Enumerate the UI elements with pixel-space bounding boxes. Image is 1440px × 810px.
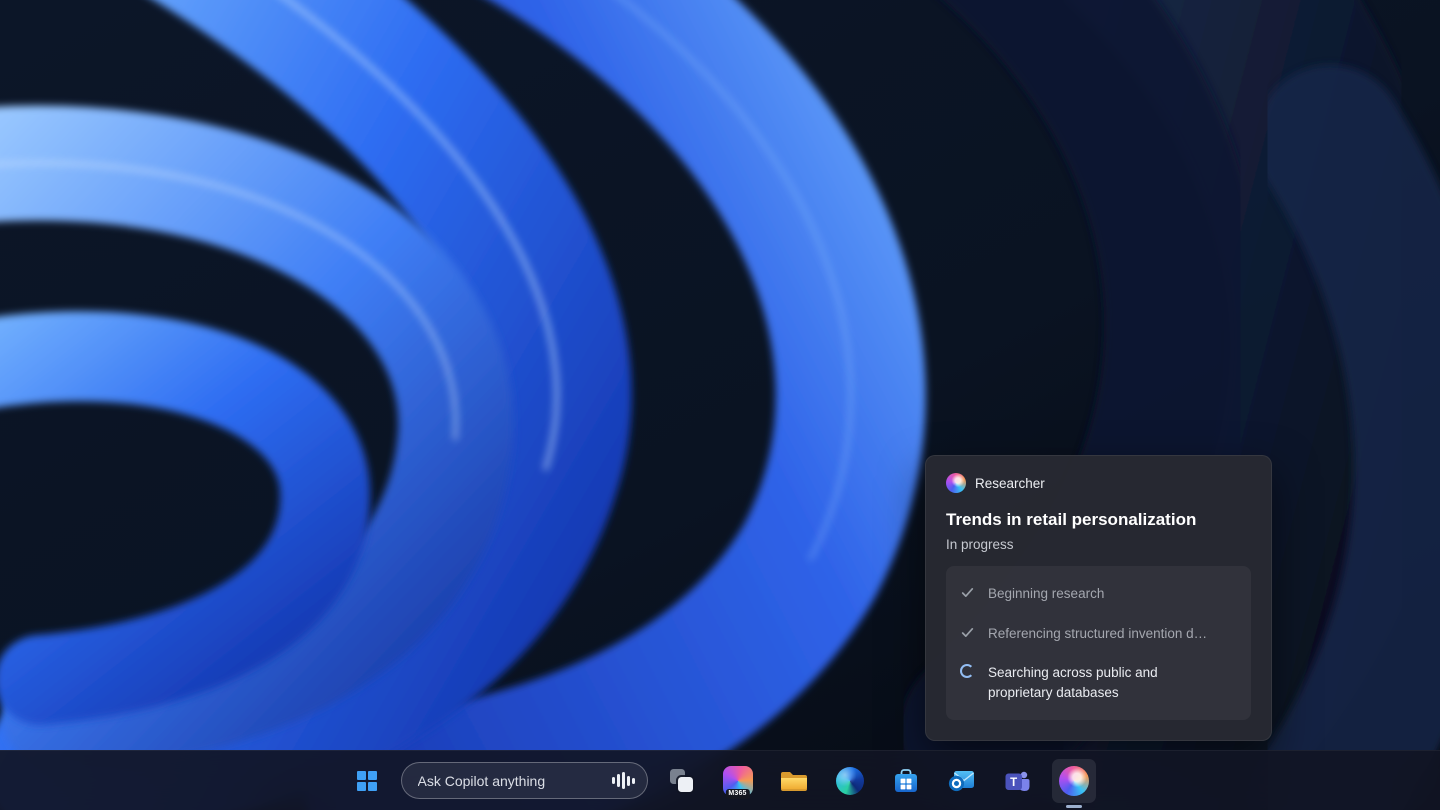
research-step-label: Referencing structured invention d…: [988, 624, 1207, 644]
m365-copilot-button[interactable]: M365: [716, 759, 760, 803]
teams-icon: T: [1004, 768, 1031, 794]
microsoft-store-icon: [893, 768, 919, 794]
research-step-row: Referencing structured invention d…: [960, 614, 1237, 654]
edge-button[interactable]: [828, 759, 872, 803]
researcher-progress-card[interactable]: Researcher Trends in retail personalizat…: [925, 455, 1272, 741]
research-steps-panel: Beginning research Referencing structure…: [946, 566, 1251, 720]
research-step-row: Searching across public and proprietary …: [960, 653, 1237, 712]
voice-waveform-icon[interactable]: [612, 771, 635, 791]
research-status-text: In progress: [946, 537, 1251, 552]
copilot-icon: [1059, 766, 1089, 796]
research-step-label: Searching across public and proprietary …: [988, 663, 1200, 702]
windows-start-icon: [357, 771, 377, 791]
research-step-row: Beginning research: [960, 574, 1237, 614]
task-view-icon: [670, 769, 693, 792]
active-app-indicator: [1066, 805, 1082, 808]
researcher-card-header: Researcher: [946, 473, 1251, 493]
copilot-button[interactable]: [1052, 759, 1096, 803]
researcher-copilot-icon: [946, 473, 966, 493]
teams-button[interactable]: T: [996, 759, 1040, 803]
research-step-label: Beginning research: [988, 584, 1104, 604]
edge-browser-icon: [836, 767, 864, 795]
researcher-app-name: Researcher: [975, 476, 1045, 491]
start-button[interactable]: [345, 759, 389, 803]
research-task-title: Trends in retail personalization: [946, 510, 1251, 530]
spinner-icon: [960, 663, 982, 678]
store-button[interactable]: [884, 759, 928, 803]
outlook-button[interactable]: [940, 759, 984, 803]
m365-badge: M365: [725, 789, 749, 799]
check-icon: [960, 584, 982, 600]
outlook-icon: [948, 768, 975, 793]
check-icon: [960, 624, 982, 640]
taskbar: M365: [0, 750, 1440, 810]
svg-text:T: T: [1010, 777, 1017, 789]
desktop: Researcher Trends in retail personalizat…: [0, 0, 1440, 810]
search-input[interactable]: [418, 773, 613, 789]
task-view-button[interactable]: [660, 759, 704, 803]
file-explorer-button[interactable]: [772, 759, 816, 803]
folder-icon: [780, 769, 808, 793]
m365-copilot-icon: M365: [723, 766, 753, 796]
copilot-search-box[interactable]: [401, 762, 648, 799]
